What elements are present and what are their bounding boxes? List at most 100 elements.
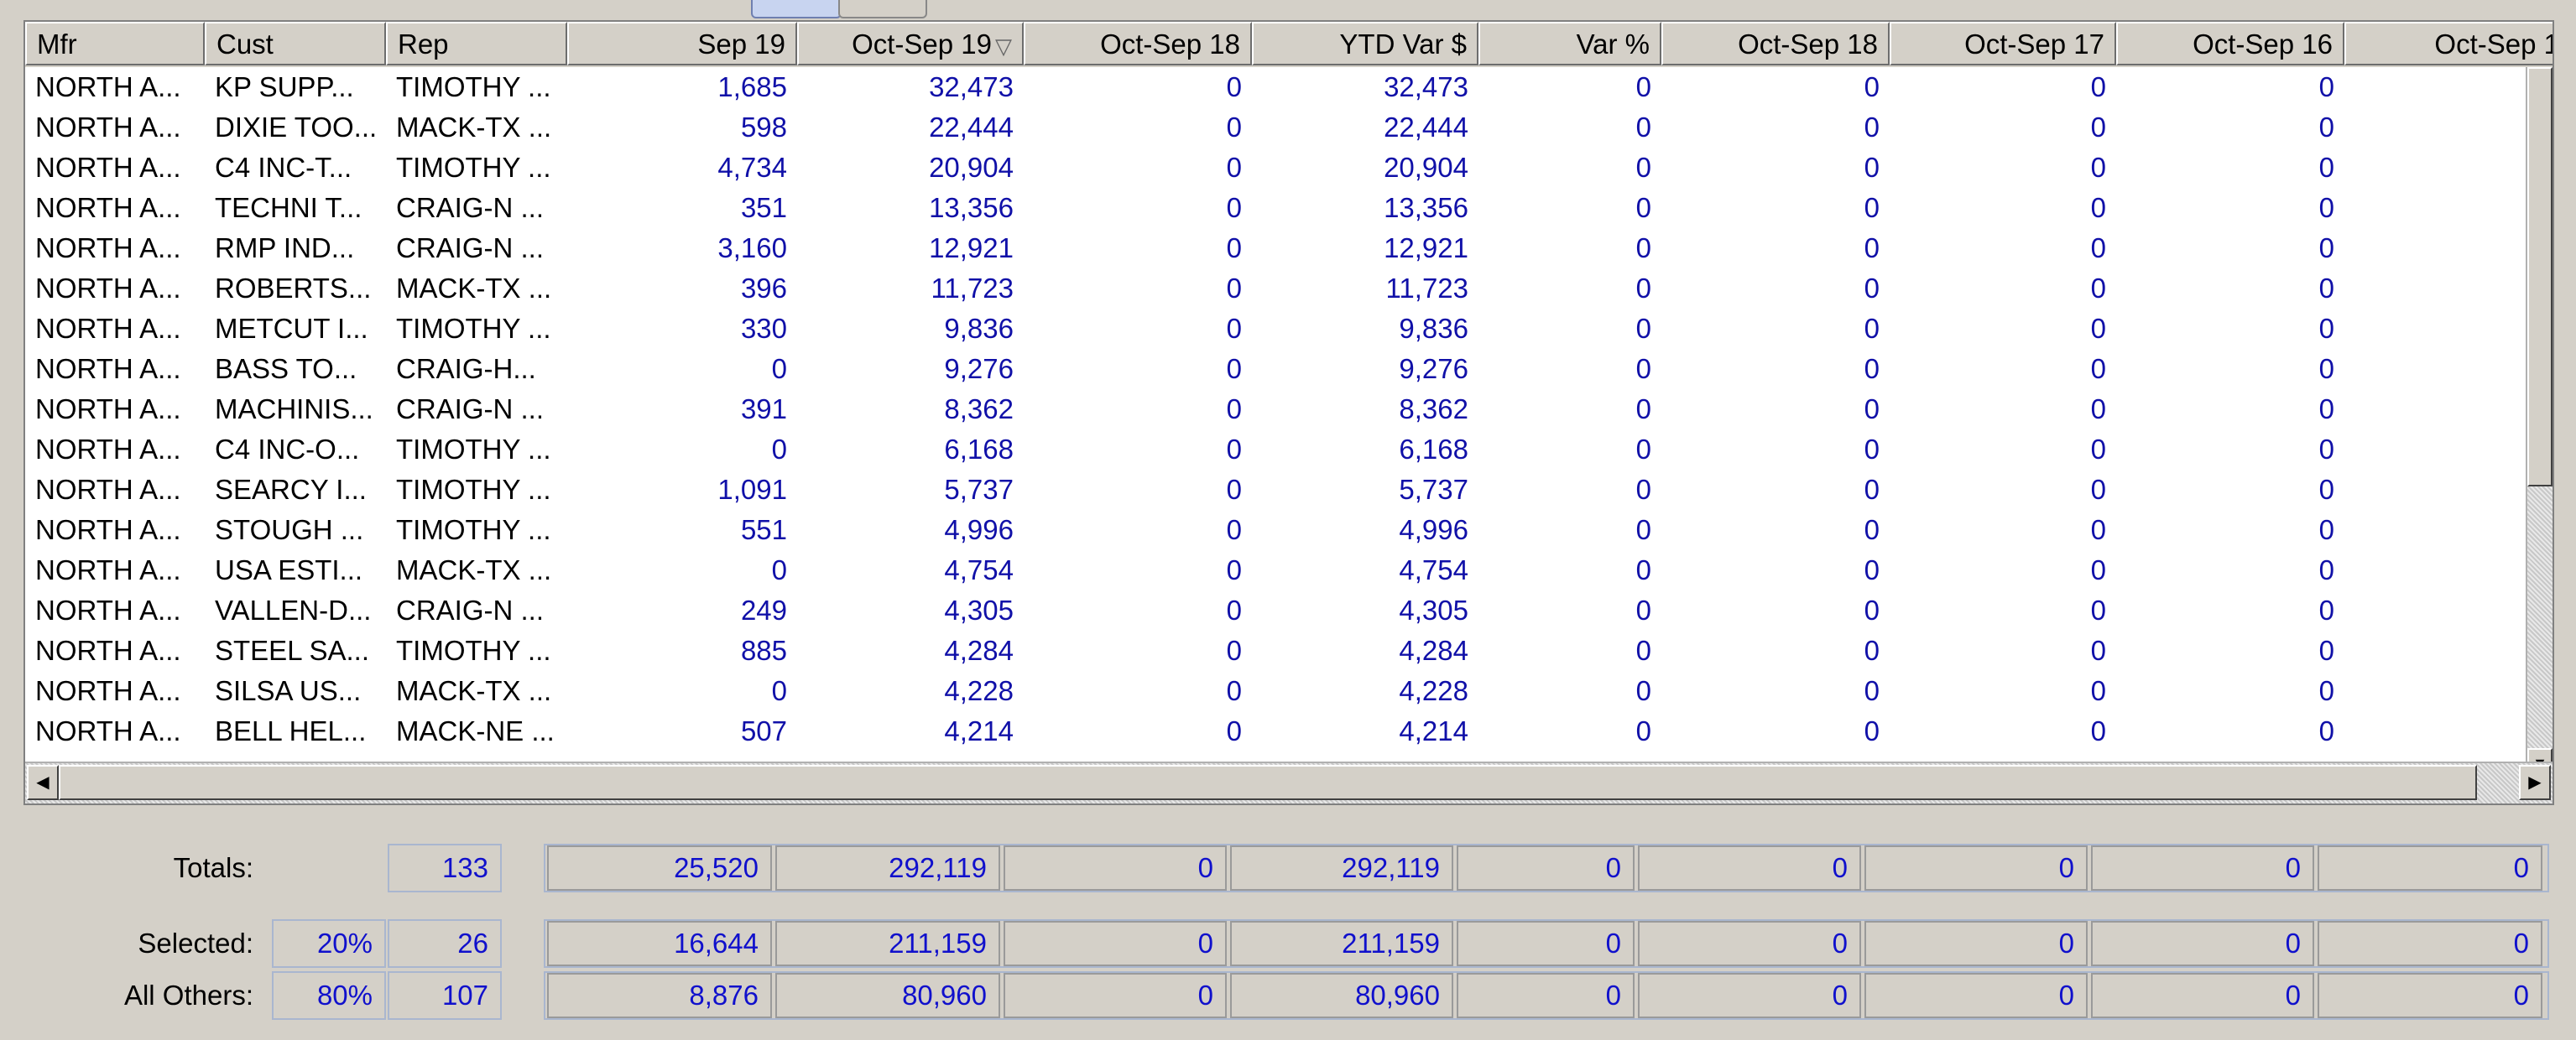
cell-varpct: 0 [1635,273,1651,304]
cell-cust: TECHNI T... [215,192,362,223]
cell-octsep16: 0 [2318,514,2334,545]
cell-rep: TIMOTHY ... [396,514,551,545]
cell-octsep16: 0 [2318,152,2334,183]
cell-rep: CRAIG-N ... [396,393,545,424]
cell-octsep18a: 0 [1226,715,1242,746]
column-header-octsep16[interactable]: Oct-Sep 16 [2116,22,2344,65]
top-tab-2[interactable] [838,0,927,18]
scroll-left-button[interactable]: ◀ [27,765,59,800]
scroll-right-button[interactable]: ▶ [2519,765,2551,800]
cell-mfr: NORTH A... [35,514,181,545]
vertical-scroll-thumb[interactable] [2527,67,2553,486]
table-row[interactable]: NORTH A... SEARCY I... TIMOTHY ... 1,091 5,7… [25,470,2526,510]
cell-octsep18a: 0 [1226,353,1242,384]
cell-cust: MACHINIS... [215,393,373,424]
column-header-sep19[interactable]: Sep 19 [567,22,797,65]
column-header-mfr[interactable]: Mfr [25,22,205,65]
column-header-octsep18b[interactable]: Oct-Sep 18 [1661,22,1890,65]
cell-octsep16: 0 [2318,635,2334,666]
cell-octsep19: 22,444 [929,112,1014,143]
cell-octsep17: 0 [2090,595,2106,626]
cell-rep: CRAIG-N ... [396,595,545,626]
cell-cust: STOUGH ... [215,514,364,545]
cell-octsep1x [2344,631,2526,671]
table-row[interactable]: NORTH A... STEEL SA... TIMOTHY ... 885 4,284… [25,631,2526,671]
column-header-label: Oct-Sep 19 [852,29,992,60]
cell-sep19: 885 [740,635,787,666]
cell-octsep18a: 0 [1226,393,1242,424]
cell-octsep19: 8,362 [944,393,1014,424]
cell-octsep18b: 0 [1864,675,1880,706]
totals-value-varpct: 0 [1457,845,1635,891]
cell-octsep16: 0 [2318,554,2334,585]
totals-value-ytdvar: 292,119 [1230,845,1453,891]
cell-varpct: 0 [1635,595,1651,626]
horizontal-scrollbar[interactable]: ◀ ▶ [25,762,2553,803]
column-header-label: Cust [216,29,274,60]
cell-cust: VALLEN-D... [215,595,372,626]
cell-octsep18b: 0 [1864,715,1880,746]
column-header-label: Mfr [37,29,77,60]
vertical-scrollbar[interactable]: ▼ [2526,67,2553,778]
column-header-octsep19[interactable]: Oct-Sep 19 ▽ [797,22,1024,65]
selected-pct: 20% [272,919,386,968]
table-row[interactable]: NORTH A... METCUT I... TIMOTHY ... 330 9,836… [25,309,2526,349]
cell-octsep1x [2344,309,2526,349]
horizontal-scroll-thumb[interactable] [59,765,2477,800]
table-row[interactable]: NORTH A... KP SUPP... TIMOTHY ... 1,685 32,4… [25,67,2526,107]
cell-octsep18a: 0 [1226,152,1242,183]
column-header-cust[interactable]: Cust [205,22,386,65]
cell-cust: STEEL SA... [215,635,370,666]
cell-octsep1x [2344,107,2526,148]
cell-octsep1x [2344,470,2526,510]
column-header-label: Oct-Sep 16 [2193,29,2333,60]
column-header-octsep17[interactable]: Oct-Sep 17 [1890,22,2116,65]
cell-ytdvar: 20,904 [1384,152,1468,183]
column-header-octsep1x[interactable]: Oct-Sep 1 [2344,22,2553,65]
table-row[interactable]: NORTH A... BELL HEL... MACK-NE ... 507 4,214… [25,711,2526,751]
cell-octsep16: 0 [2318,595,2334,626]
cell-rep: CRAIG-N ... [396,192,545,223]
cell-varpct: 0 [1635,353,1651,384]
column-header-ytdvar[interactable]: YTD Var $ [1252,22,1478,65]
cell-octsep17: 0 [2090,152,2106,183]
table-row[interactable]: NORTH A... MACHINIS... CRAIG-N ... 391 8,362… [25,389,2526,429]
cell-mfr: NORTH A... [35,715,181,746]
cell-mfr: NORTH A... [35,675,181,706]
column-header-octsep18a[interactable]: Oct-Sep 18 [1024,22,1252,65]
table-row[interactable]: NORTH A... TECHNI T... CRAIG-N ... 351 13,35… [25,188,2526,228]
top-tab-1[interactable] [751,0,842,18]
table-row[interactable]: NORTH A... ROBERTS... MACK-TX ... 396 11,723… [25,268,2526,309]
cell-octsep16: 0 [2318,474,2334,505]
table-row[interactable]: NORTH A... DIXIE TOO... MACK-TX ... 598 22,4… [25,107,2526,148]
table-row[interactable]: NORTH A... SILSA US... MACK-TX ... 0 4,228 0 4… [25,671,2526,711]
cell-octsep1x [2344,268,2526,309]
table-row[interactable]: NORTH A... RMP IND... CRAIG-N ... 3,160 12,9… [25,228,2526,268]
cell-varpct: 0 [1635,393,1651,424]
cell-sep19: 351 [740,192,787,223]
cell-sep19: 1,091 [717,474,787,505]
cell-octsep17: 0 [2090,71,2106,102]
table-row[interactable]: NORTH A... VALLEN-D... CRAIG-N ... 249 4,305… [25,590,2526,631]
cell-octsep19: 12,921 [929,232,1014,263]
table-row[interactable]: NORTH A... USA ESTI... MACK-TX ... 0 4,754 0 4… [25,550,2526,590]
table-row[interactable]: NORTH A... C4 INC-T... TIMOTHY ... 4,734 20,… [25,148,2526,188]
cell-rep: MACK-TX ... [396,273,552,304]
cell-octsep16: 0 [2318,715,2334,746]
totals-value-octsep1x: 0 [2318,845,2542,891]
cell-octsep18b: 0 [1864,635,1880,666]
cell-rep: TIMOTHY ... [396,474,551,505]
cell-octsep18a: 0 [1226,273,1242,304]
table-row[interactable]: NORTH A... C4 INC-O... TIMOTHY ... 0 6,168 0 6… [25,429,2526,470]
column-header-rep[interactable]: Rep [386,22,567,65]
cell-octsep18a: 0 [1226,595,1242,626]
data-grid: Mfr Cust Rep Sep 19 Oct-Sep 19 ▽ Oct-Sep 18 YTD… [23,20,2554,805]
cell-octsep18a: 0 [1226,675,1242,706]
column-header-varpct[interactable]: Var % [1478,22,1661,65]
selected-value-octsep17: 0 [1864,921,2088,966]
cell-octsep18a: 0 [1226,71,1242,102]
cell-cust: BASS TO... [215,353,357,384]
table-row[interactable]: NORTH A... STOUGH ... TIMOTHY ... 551 4,996 0… [25,510,2526,550]
cell-octsep19: 13,356 [929,192,1014,223]
table-row[interactable]: NORTH A... BASS TO... CRAIG-H... 0 9,276 0 9,2… [25,349,2526,389]
